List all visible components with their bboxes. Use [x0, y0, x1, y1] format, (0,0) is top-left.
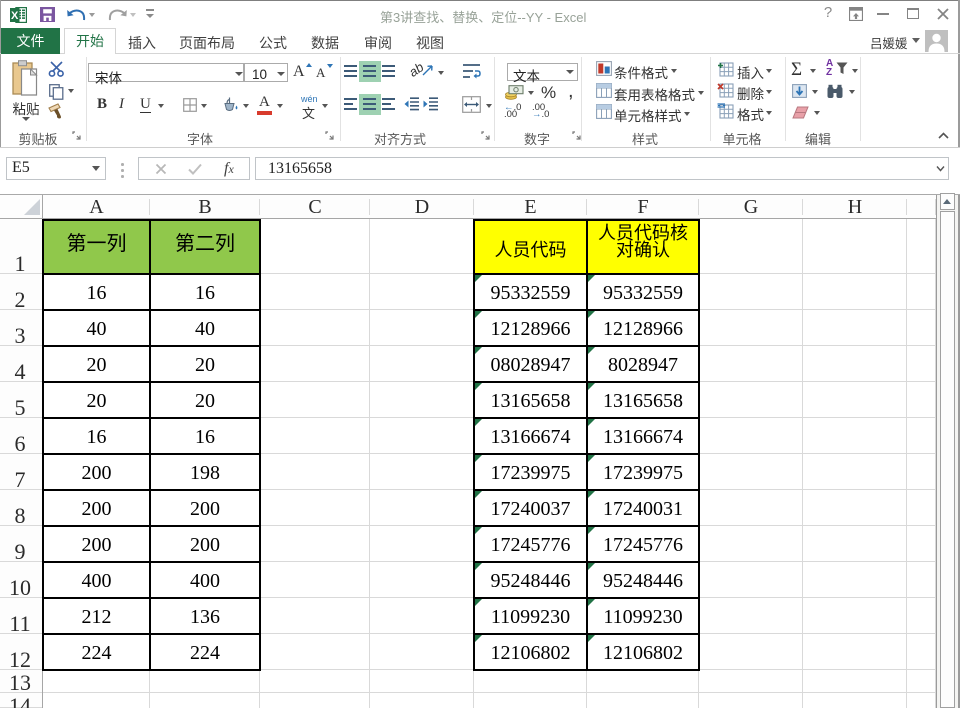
svg-text:X: X	[11, 10, 19, 22]
